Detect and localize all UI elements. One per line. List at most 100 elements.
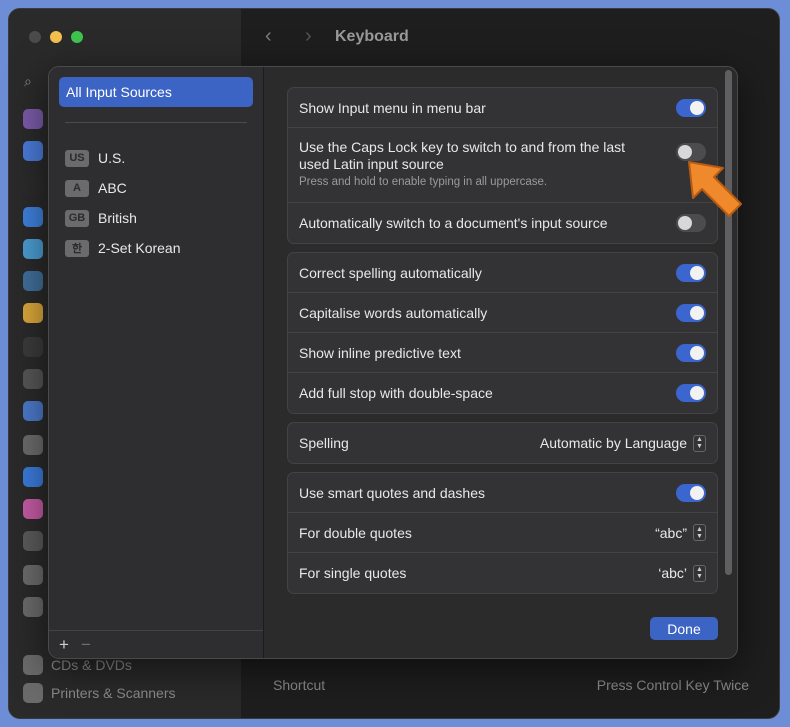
spelling-group: Spelling Automatic by Language ▲ ▼ — [287, 422, 718, 464]
zoom-button[interactable] — [71, 31, 83, 43]
input-sources-list-pane: All Input Sources US U.S. A ABC GB Briti… — [49, 67, 264, 658]
display-icon[interactable] — [23, 207, 43, 227]
source-label: 2-Set Korean — [98, 240, 181, 256]
window-title: Keyboard — [335, 28, 409, 45]
annotation-arrow-icon — [688, 161, 742, 217]
sidebar-item-label: Printers & Scanners — [51, 685, 176, 701]
touch-id-icon[interactable] — [23, 369, 43, 389]
double-quotes-row: For double quotes “abc” ▲ ▼ — [288, 513, 717, 553]
select-value: “abc” — [655, 524, 687, 541]
printer-icon — [23, 683, 43, 703]
row-label: For double quotes — [299, 524, 412, 541]
privacy-icon[interactable] — [23, 141, 43, 161]
smart-quotes-row: Use smart quotes and dashes — [288, 473, 717, 513]
toggle-knob — [690, 265, 704, 280]
input-source-list: US U.S. A ABC GB British 한 2-Set Korean — [65, 143, 181, 263]
search-icon[interactable]: ⌕ — [24, 73, 32, 90]
toggle-knob — [678, 145, 692, 159]
list-item[interactable]: US U.S. — [65, 143, 181, 173]
predictive-text-toggle[interactable] — [676, 343, 706, 362]
row-label: Spelling — [299, 435, 349, 451]
toggle-knob — [690, 386, 704, 400]
cd-icon — [23, 655, 43, 675]
list-controls: + − — [49, 630, 263, 658]
chevron-updown-icon: ▲ ▼ — [693, 564, 706, 582]
sidebar-item-printers[interactable]: Printers & Scanners — [23, 683, 176, 703]
window-controls — [29, 31, 83, 43]
caps-lock-row: Use the Caps Lock key to switch to and f… — [288, 128, 717, 203]
back-button[interactable]: ‹ — [265, 25, 272, 48]
toggle-knob — [690, 305, 704, 320]
text-correction-group: Correct spelling automatically Capitalis… — [287, 252, 718, 414]
smart-quotes-toggle[interactable] — [676, 483, 706, 502]
row-label: Show Input menu in menu bar — [299, 99, 486, 116]
sidebar-item-label: CDs & DVDs — [51, 657, 132, 673]
flag-badge-icon: A — [65, 179, 89, 197]
sidebar-icons — [23, 109, 43, 629]
screensaver-icon[interactable] — [23, 271, 43, 291]
row-label: Capitalise words automatically — [299, 304, 488, 321]
siri-icon[interactable] — [23, 109, 43, 129]
battery-icon[interactable] — [23, 303, 43, 323]
list-item[interactable]: A ABC — [65, 173, 181, 203]
correct-spelling-toggle[interactable] — [676, 263, 706, 282]
add-source-button[interactable]: + — [59, 635, 69, 655]
input-menu-group: Show Input menu in menu bar Use the Caps… — [287, 87, 718, 244]
keyboard-icon[interactable] — [23, 565, 43, 585]
input-sources-settings-pane: Show Input menu in menu bar Use the Caps… — [265, 67, 737, 658]
toggle-knob — [690, 485, 704, 500]
double-quotes-select[interactable]: “abc” ▲ ▼ — [655, 524, 706, 541]
minimize-button[interactable] — [50, 31, 62, 43]
shortcut-row: Shortcut Press Control Key Twice — [273, 677, 749, 693]
mouse-icon[interactable] — [23, 597, 43, 617]
spelling-row: Spelling Automatic by Language ▲ ▼ — [288, 423, 717, 463]
row-label: Correct spelling automatically — [299, 264, 482, 281]
desktop-icon[interactable] — [23, 175, 43, 195]
row-label: Use the Caps Lock key to switch to and f… — [299, 139, 626, 172]
row-label: Automatically switch to a document's inp… — [299, 215, 608, 231]
predictive-text-row: Show inline predictive text — [288, 333, 717, 373]
flag-badge-icon: US — [65, 149, 89, 167]
select-value: Automatic by Language — [539, 435, 687, 451]
flag-badge-icon: GB — [65, 209, 89, 227]
wallet-icon[interactable] — [23, 531, 43, 551]
row-label: Add full stop with double-space — [299, 385, 493, 401]
source-label: U.S. — [98, 150, 126, 166]
input-sources-sheet: All Input Sources US U.S. A ABC GB Briti… — [48, 66, 738, 659]
row-label: Use smart quotes and dashes — [299, 484, 485, 501]
remove-source-button[interactable]: − — [81, 635, 91, 655]
done-button[interactable]: Done — [650, 617, 718, 640]
spelling-select[interactable]: Automatic by Language ▲ ▼ — [539, 434, 706, 452]
scrollbar[interactable] — [725, 70, 732, 575]
passwords-icon[interactable] — [23, 435, 43, 455]
lock-screen-icon[interactable] — [23, 337, 43, 357]
toggle-knob — [690, 100, 704, 115]
full-stop-toggle[interactable] — [676, 384, 706, 402]
source-label: ABC — [98, 180, 127, 196]
close-button[interactable] — [29, 31, 41, 43]
divider — [65, 122, 247, 123]
full-stop-row: Add full stop with double-space — [288, 373, 717, 413]
all-input-sources-item[interactable]: All Input Sources — [59, 77, 253, 107]
chevron-updown-icon: ▲ ▼ — [693, 524, 706, 541]
single-quotes-select[interactable]: ‘abc’ ▲ ▼ — [658, 564, 706, 582]
source-label: British — [98, 210, 137, 226]
wallpaper-icon[interactable] — [23, 239, 43, 259]
shortcut-value[interactable]: Press Control Key Twice — [597, 677, 749, 693]
internet-accounts-icon[interactable] — [23, 467, 43, 487]
select-value: ‘abc’ — [658, 565, 687, 581]
users-icon[interactable] — [23, 401, 43, 421]
flag-badge-icon: 한 — [65, 239, 89, 257]
capitalise-row: Capitalise words automatically — [288, 293, 717, 333]
toggle-knob — [690, 345, 704, 360]
list-item[interactable]: 한 2-Set Korean — [65, 233, 181, 263]
correct-spelling-row: Correct spelling automatically — [288, 253, 717, 293]
list-item[interactable]: GB British — [65, 203, 181, 233]
game-center-icon[interactable] — [23, 499, 43, 519]
forward-button[interactable]: › — [305, 25, 312, 48]
quotes-group: Use smart quotes and dashes For double q… — [287, 472, 718, 594]
row-label: For single quotes — [299, 565, 407, 581]
show-input-menu-toggle[interactable] — [676, 98, 706, 117]
show-input-menu-row: Show Input menu in menu bar — [288, 88, 717, 128]
capitalise-toggle[interactable] — [676, 303, 706, 322]
